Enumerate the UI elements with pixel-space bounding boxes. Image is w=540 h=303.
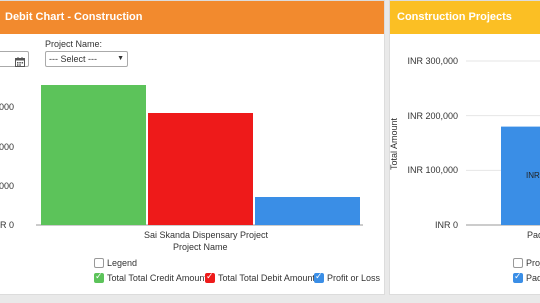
check-icon: ✓: [315, 271, 323, 281]
legend-proj-label: Proj: [526, 258, 540, 268]
y-tick-label: 000: [0, 181, 14, 191]
legend-profit-label: Profit or Loss: [327, 273, 381, 283]
y-tick-label: 000: [0, 142, 14, 152]
project-name-label: Project Name:: [45, 39, 103, 49]
date-field[interactable]: [0, 51, 29, 67]
bar-total-total-credit-amount[interactable]: [41, 85, 146, 225]
project-name-select[interactable]: --- Select --- ▼: [45, 51, 128, 67]
legend-proj-checkbox[interactable]: [513, 258, 523, 268]
bar-total-total-debit-amount[interactable]: [148, 113, 253, 225]
x-category-label: Pad: [527, 230, 540, 240]
y-tick-label: INR 300,000: [407, 56, 458, 66]
calendar-icon[interactable]: [15, 54, 25, 67]
projects-bar-chart: [466, 60, 540, 226]
debit-chart-panel: Debit Chart - Construction Project Name:…: [0, 0, 385, 295]
legend-debit-label: Total Total Debit Amount: [218, 273, 315, 283]
debit-chart-title: Debit Chart - Construction: [0, 1, 384, 34]
legend-credit-label: Total Total Credit Amount: [107, 273, 207, 283]
check-icon: ✓: [95, 271, 103, 281]
project-name-select-value: --- Select ---: [49, 54, 97, 64]
y-tick-label: 000: [0, 102, 14, 112]
legend-pad-label: Pad: [526, 273, 540, 283]
construction-projects-panel: Construction Projects INR 300,000 INR 20…: [389, 0, 540, 295]
y-tick-label: INR 100,000: [407, 165, 458, 175]
y-tick-label: INR 200,000: [407, 111, 458, 121]
check-icon: ✓: [514, 271, 522, 281]
bar-profit-or-loss[interactable]: [255, 197, 360, 225]
check-icon: ✓: [206, 271, 214, 281]
x-axis-title: Project Name: [173, 242, 228, 252]
legend-title: Legend: [107, 258, 138, 268]
construction-projects-title: Construction Projects: [390, 1, 540, 34]
y-tick-label: INR 0: [434, 220, 458, 230]
chevron-down-icon: ▼: [117, 55, 124, 62]
y-tick-label: INR 0: [0, 220, 14, 230]
x-category-label: Sai Skanda Dispensary Project: [144, 230, 269, 240]
bar-data-label: INR: [526, 171, 540, 180]
legend-toggle-checkbox[interactable]: [94, 258, 104, 268]
y-axis-title: Total Amount: [389, 117, 400, 171]
